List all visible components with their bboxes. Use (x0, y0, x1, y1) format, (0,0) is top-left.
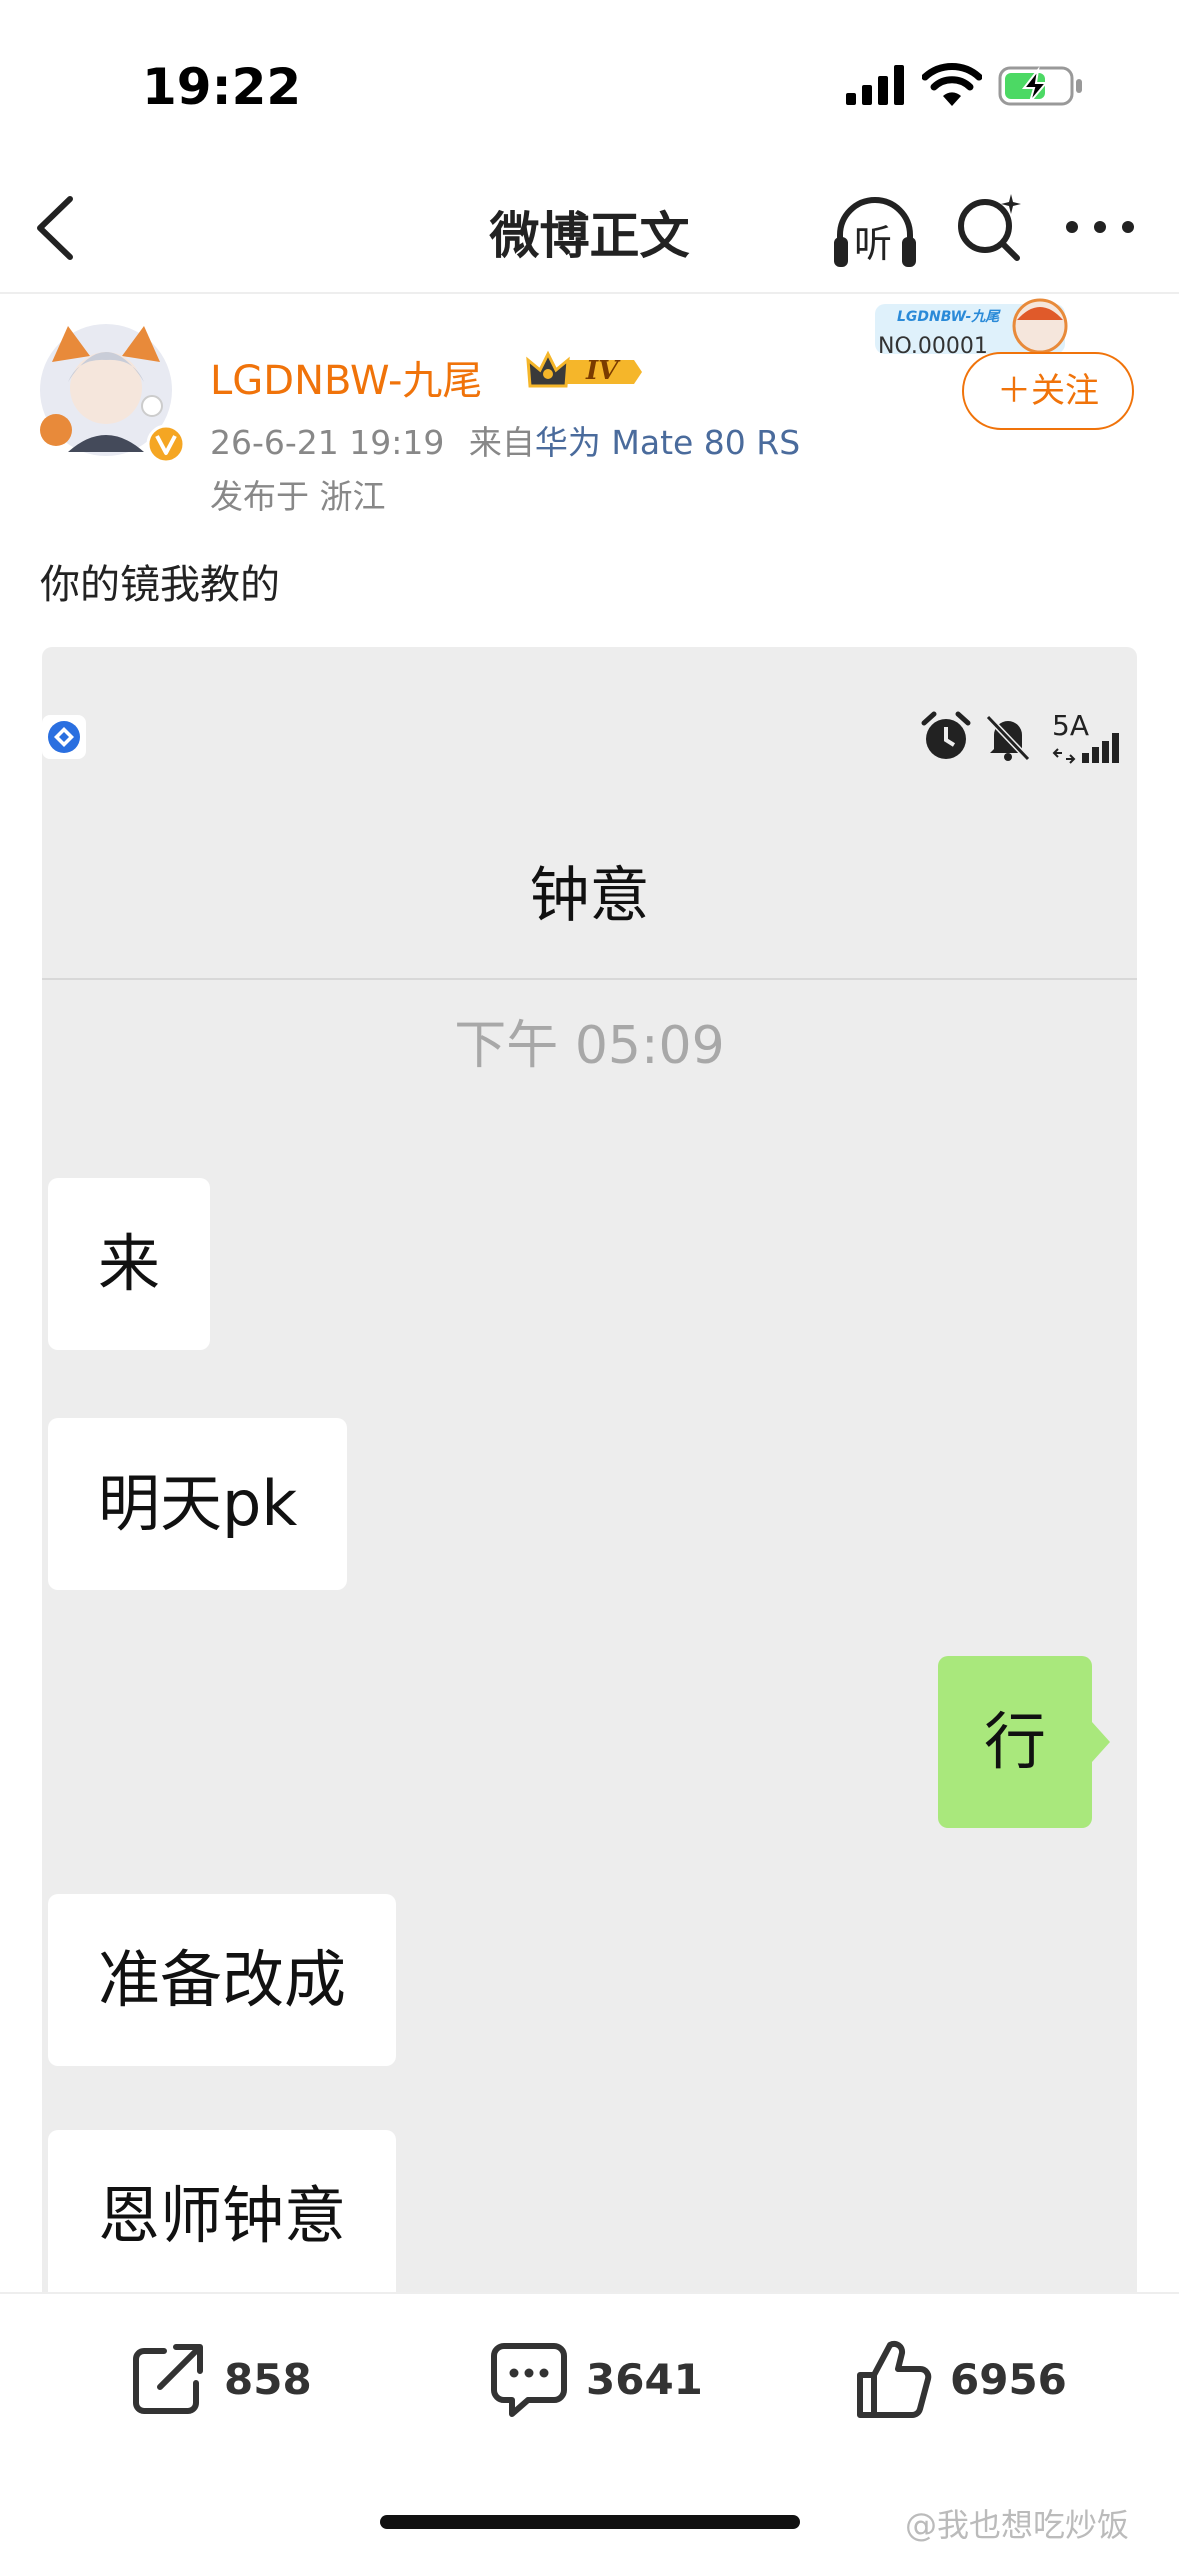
vip-crown-badge[interactable]: IV (526, 348, 644, 394)
search-sparkle-icon[interactable] (955, 192, 1025, 262)
weibo-watermark: @我也想吃炒饭 (905, 2506, 1130, 2544)
like-count: 6956 (950, 2354, 1067, 2404)
post-location: 发布于 浙江 (210, 477, 386, 516)
mute-bell-icon (985, 714, 1031, 762)
comment-count: 3641 (586, 2354, 703, 2404)
battery-charging-icon (998, 66, 1082, 106)
crown-icon (526, 350, 642, 388)
like-button[interactable]: 6956 (856, 2334, 1067, 2424)
chat-header-divider (42, 978, 1137, 980)
more-options-icon[interactable] (1065, 220, 1135, 234)
comment-icon (491, 2343, 567, 2417)
source-device-link[interactable]: 华为 Mate 80 RS (535, 423, 800, 462)
post-date: 26-6-21 19:19 (210, 423, 445, 462)
listen-headphones-icon[interactable]: 听 (832, 195, 918, 271)
post-image[interactable]: 5A 钟意 下午 05:09 来 明天pk 行 准备改成 恩师钟意 (42, 647, 1137, 2297)
chat-message-incoming: 恩师钟意 (48, 2130, 397, 2297)
share-icon (133, 2344, 203, 2414)
chat-message-outgoing: 行 (938, 1656, 1111, 1828)
chat-message-incoming: 来 (48, 1178, 211, 1350)
comment-button[interactable]: 3641 (490, 2334, 703, 2424)
repost-button[interactable]: 858 (130, 2334, 312, 2424)
user-name[interactable]: LGDNBW-九尾 (210, 348, 482, 406)
fan-badge-number: NO.00001 (878, 334, 988, 359)
verified-v-icon (146, 424, 186, 464)
chat-message-incoming: 准备改成 (48, 1894, 397, 2066)
nav-divider (0, 292, 1179, 294)
post-meta: 26-6-21 19:19 来自华为 Mate 80 RS (210, 416, 800, 464)
status-time: 19:22 (142, 58, 302, 116)
cellular-signal-icon (846, 65, 904, 105)
user-avatar[interactable] (38, 322, 186, 464)
app-icon (42, 715, 86, 759)
vip-level: IV (586, 356, 619, 386)
alarm-clock-icon (921, 711, 971, 759)
fan-badge-name: LGDNBW-九尾 (897, 309, 1000, 325)
wifi-icon (922, 63, 982, 106)
home-indicator[interactable] (380, 2515, 800, 2529)
listen-label: 听 (854, 222, 893, 266)
chat-title: 钟意 (529, 861, 650, 931)
chat-timestamp: 下午 05:09 (454, 1016, 725, 1076)
inner-cellular-icon (1052, 733, 1119, 764)
follow-button[interactable]: ＋关注 (962, 352, 1134, 430)
chat-message-incoming: 明天pk (48, 1418, 348, 1590)
thumbs-up-icon (857, 2340, 932, 2418)
source-prefix: 来自 (468, 423, 535, 462)
signal-indicator: 5A (1052, 709, 1132, 765)
repost-count: 858 (224, 2354, 312, 2404)
post-text: 你的镜我教的 (40, 562, 280, 608)
